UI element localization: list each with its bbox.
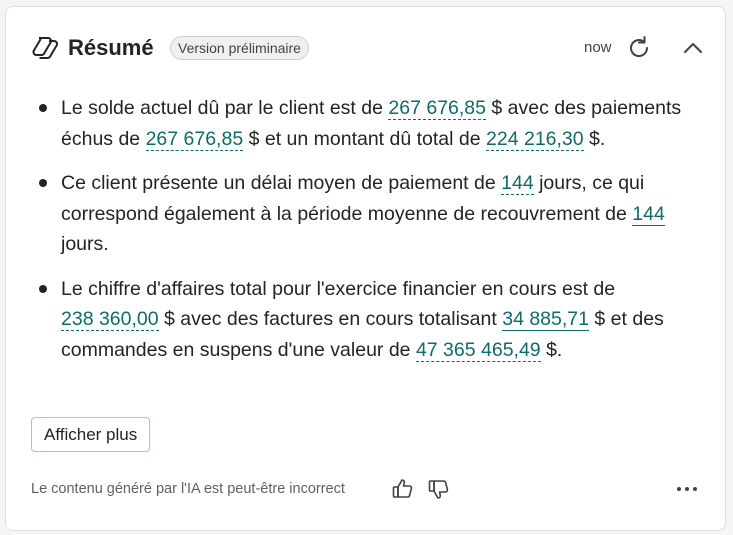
card-title: Résumé bbox=[68, 35, 154, 60]
citation-revenue[interactable]: 238 360,00 bbox=[61, 308, 159, 331]
summary-list: Le solde actuel dû par le client est de … bbox=[36, 93, 706, 379]
citation-pending-orders[interactable]: 47 365 465,49 bbox=[415, 338, 541, 362]
citation-payment-delay[interactable]: 144 bbox=[501, 172, 534, 195]
card-header: Résumé Version préliminaire now bbox=[30, 33, 702, 73]
more-options-icon[interactable] bbox=[674, 476, 700, 502]
summary-bullet-revenue: Le chiffre d'affaires total pour l'exerc… bbox=[36, 274, 706, 366]
ai-disclaimer: Le contenu généré par l'IA est peut-être… bbox=[31, 481, 345, 497]
citation-total-due[interactable]: 224 216,30 bbox=[486, 127, 584, 151]
summary-card: Résumé Version préliminaire now Le solde… bbox=[5, 6, 726, 531]
citation-current-balance[interactable]: 267 676,85 bbox=[388, 97, 486, 120]
citation-overdue-payments[interactable]: 267 676,85 bbox=[145, 127, 244, 151]
citation-collection-period[interactable]: 144 bbox=[632, 202, 665, 226]
chevron-up-icon[interactable] bbox=[678, 33, 708, 63]
refresh-icon[interactable] bbox=[624, 33, 654, 63]
show-more-button[interactable]: Afficher plus bbox=[31, 417, 151, 452]
summary-bullet-balance: Le solde actuel dû par le client est de … bbox=[36, 93, 706, 154]
preview-badge: Version préliminaire bbox=[170, 36, 309, 60]
timestamp: now bbox=[584, 39, 612, 56]
citation-open-invoices[interactable]: 34 885,71 bbox=[502, 308, 589, 331]
thumbs-down-icon[interactable] bbox=[426, 476, 452, 502]
copilot-logo-icon bbox=[32, 37, 58, 60]
summary-bullet-payment-delay: Ce client présente un délai moyen de pai… bbox=[36, 168, 706, 260]
thumbs-up-icon[interactable] bbox=[390, 476, 416, 502]
